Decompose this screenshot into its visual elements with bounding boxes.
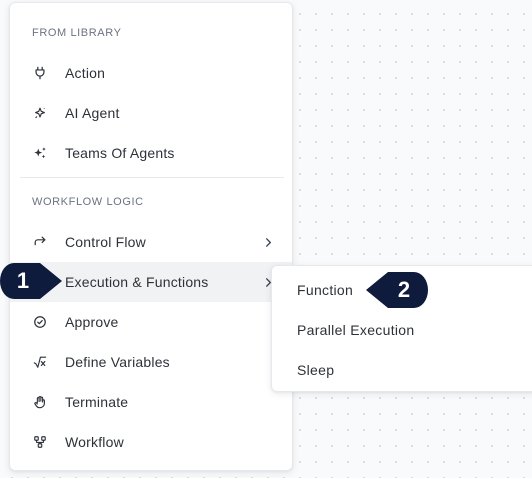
check-circle-icon — [32, 314, 48, 330]
menu-item-label: Action — [65, 65, 106, 81]
menu-item-action[interactable]: Action — [10, 53, 292, 93]
menu-item-teams-of-agents[interactable]: Teams Of Agents — [10, 133, 292, 173]
step-number: 2 — [397, 277, 411, 302]
menu-item-label: Control Flow — [65, 234, 146, 250]
section-label-from-library: FROM LIBRARY — [32, 27, 122, 39]
redirect-arrow-icon — [32, 234, 48, 250]
chevron-right-icon — [262, 236, 274, 248]
menu-item-approve[interactable]: Approve — [10, 302, 292, 342]
menu-item-label: Define Variables — [65, 354, 170, 370]
workflow-nodes-icon — [32, 434, 48, 450]
square-root-icon — [32, 354, 48, 370]
menu-item-label: AI Agent — [65, 105, 120, 121]
sparkle-star-icon — [32, 105, 48, 121]
menu-item-ai-agent[interactable]: AI Agent — [10, 93, 292, 133]
menu-item-control-flow[interactable]: Control Flow — [10, 222, 292, 262]
menu-item-terminate[interactable]: Terminate — [10, 382, 292, 422]
step-callout-1: 1 — [0, 263, 64, 299]
add-node-menu: FROM LIBRARY Action AI Agent Teams Of Ag… — [9, 2, 293, 471]
sparkles-icon — [32, 145, 48, 161]
submenu-item-sleep[interactable]: Sleep — [272, 350, 532, 390]
submenu-item-parallel-execution[interactable]: Parallel Execution — [272, 310, 532, 350]
hand-stop-icon — [32, 394, 48, 410]
menu-item-define-variables[interactable]: Define Variables — [10, 342, 292, 382]
menu-item-workflow[interactable]: Workflow — [10, 422, 292, 462]
menu-item-label: Teams Of Agents — [65, 145, 175, 161]
section-label-workflow-logic: WORKFLOW LOGIC — [32, 196, 144, 208]
menu-item-label: Terminate — [65, 394, 129, 410]
step-callout-2: 2 — [364, 272, 428, 308]
menu-item-label: Execution & Functions — [65, 274, 209, 290]
menu-item-label: Workflow — [65, 434, 124, 450]
menu-item-label: Approve — [65, 314, 119, 330]
section-divider — [20, 177, 284, 178]
step-number: 1 — [16, 268, 30, 293]
plug-icon — [32, 65, 48, 81]
